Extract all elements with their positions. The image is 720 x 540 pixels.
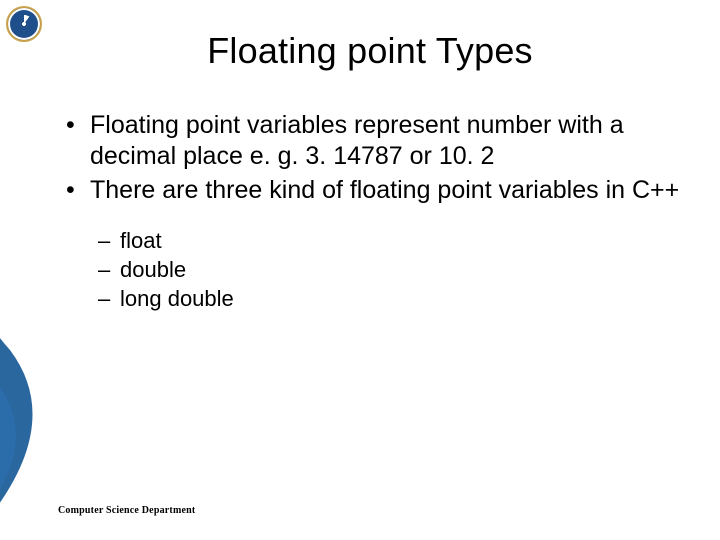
main-bullet-list: Floating point variables represent numbe… xyxy=(60,110,680,206)
footer-text: Computer Science Department xyxy=(58,505,195,516)
sub-bullet-list: float double long double xyxy=(98,226,680,313)
university-logo xyxy=(6,6,42,42)
slide-body: Floating point Types Floating point vari… xyxy=(0,0,720,540)
sub-bullet-item: float xyxy=(98,226,680,255)
slide-title: Floating point Types xyxy=(60,30,680,72)
sub-bullet-item: double xyxy=(98,255,680,284)
bullet-item: Floating point variables represent numbe… xyxy=(60,110,680,171)
bullet-item: There are three kind of floating point v… xyxy=(60,175,680,206)
sub-bullet-item: long double xyxy=(98,284,680,313)
